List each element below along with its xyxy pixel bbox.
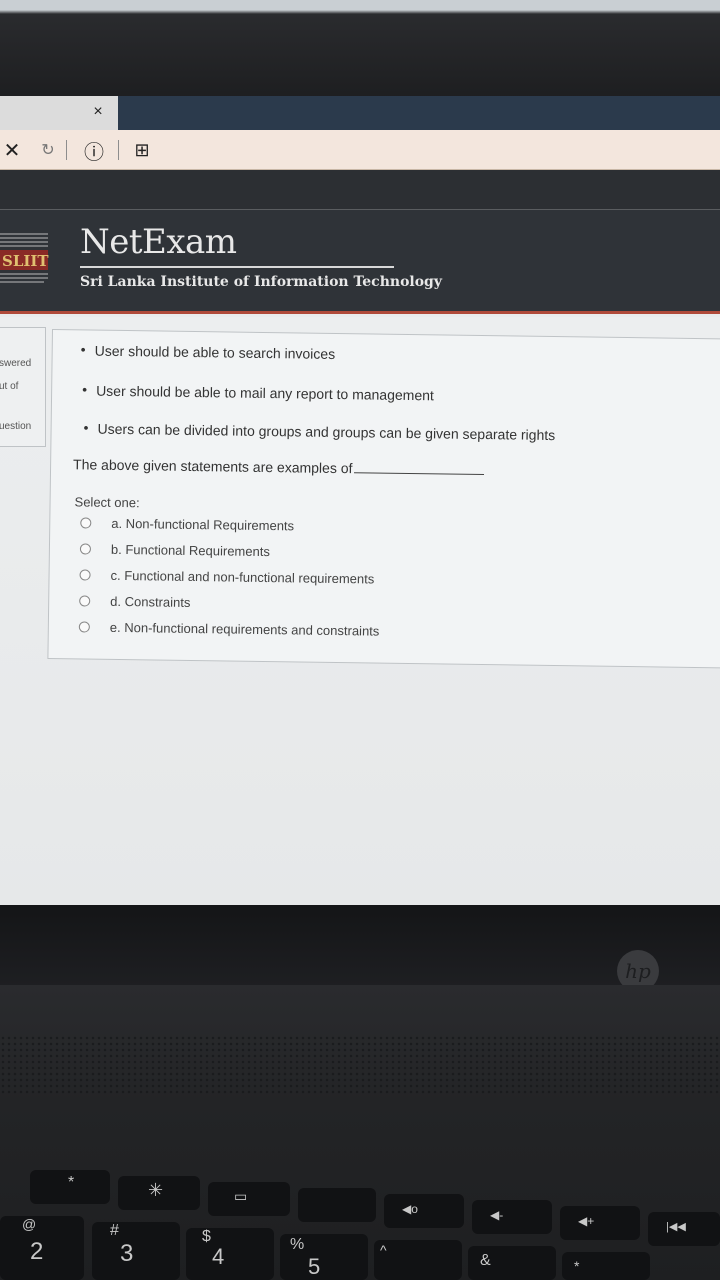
reload-icon[interactable]: ↻	[36, 138, 60, 162]
statement-item: User should be able to search invoices	[95, 343, 336, 362]
key-2: @ 2	[0, 1216, 84, 1280]
marks-label: ut of	[0, 381, 19, 392]
svg-text:SLIIT: SLIIT	[2, 252, 49, 270]
browser-toolbar: ✕ ↻ ⓘ ⊞	[0, 130, 720, 170]
key-f7-volume-down: ◀-	[472, 1200, 552, 1234]
question-card: User should be able to search invoices U…	[47, 329, 720, 669]
option-label[interactable]: c. Functional and non-functional require…	[110, 567, 374, 586]
question-info-panel: swered ut of uestion	[0, 327, 46, 447]
option-b[interactable]: b. Functional Requirements	[79, 538, 270, 561]
browser-tab[interactable]: ×	[0, 96, 118, 132]
question-prompt: The above given statements are examples …	[73, 456, 485, 478]
browser-tab-strip: ×	[0, 96, 720, 132]
key-f6-volume-mute: ◀ο	[384, 1194, 464, 1228]
option-d[interactable]: d. Constraints	[79, 590, 191, 612]
option-label[interactable]: b. Functional Requirements	[111, 541, 270, 558]
option-label[interactable]: d. Constraints	[110, 593, 190, 609]
key-7: &	[468, 1246, 556, 1280]
laptop-hinge	[0, 905, 720, 995]
page-action-icon[interactable]: ⊞	[130, 138, 154, 162]
key-f8-volume-up: ◀+	[560, 1206, 640, 1240]
flag-question-label[interactable]: uestion	[0, 421, 31, 432]
toolbar-divider	[118, 140, 119, 160]
option-radio[interactable]	[80, 516, 92, 529]
brand-subtitle: Sri Lanka Institute of Information Techn…	[80, 274, 442, 290]
sliit-logo: SLIIT	[0, 230, 52, 292]
speaker-grille	[0, 1035, 720, 1095]
statement-item: User should be able to mail any report t…	[96, 383, 434, 404]
stop-icon[interactable]: ✕	[0, 138, 24, 162]
key-5: % 5	[280, 1234, 368, 1280]
key-8: *	[562, 1252, 650, 1280]
question-prompt-text: The above given statements are examples …	[73, 456, 353, 477]
key-f9-previous: |◀◀	[648, 1212, 720, 1246]
key-f3: ✳	[118, 1176, 200, 1210]
laptop-bezel-top	[0, 0, 720, 100]
option-radio[interactable]	[78, 620, 90, 633]
tab-close-icon[interactable]: ×	[88, 102, 108, 122]
option-radio[interactable]	[79, 568, 91, 581]
key-3: # 3	[92, 1222, 180, 1280]
key-4: $ 4	[186, 1228, 274, 1280]
key-f2: *	[30, 1170, 110, 1204]
answer-blank	[354, 472, 485, 476]
option-radio[interactable]	[79, 542, 92, 555]
laptop-screen: × ✕ ↻ ⓘ ⊞ SLIIT NetExam Sri Lanka Instit…	[0, 96, 720, 916]
site-header: SLIIT NetExam Sri Lanka Institute of Inf…	[0, 210, 720, 314]
brand-title: NetExam	[80, 222, 237, 262]
option-e[interactable]: e. Non-functional requirements and const…	[78, 616, 380, 640]
key-f4: ▭	[208, 1182, 290, 1216]
select-one-label: Select one:	[74, 494, 140, 511]
option-label[interactable]: e. Non-functional requirements and const…	[110, 619, 380, 638]
toolbar-divider	[66, 140, 67, 160]
answered-status: swered	[0, 358, 32, 369]
key-6: ^	[374, 1240, 462, 1280]
page-top-band	[0, 170, 720, 210]
option-radio[interactable]	[79, 594, 91, 607]
brand-underline	[80, 266, 394, 268]
option-c[interactable]: c. Functional and non-functional require…	[79, 564, 374, 588]
option-label[interactable]: a. Non-functional Requirements	[111, 515, 294, 533]
statement-item: Users can be divided into groups and gro…	[98, 421, 556, 443]
quiz-content: swered ut of uestion User should be able…	[0, 317, 720, 916]
info-icon[interactable]: ⓘ	[82, 138, 106, 164]
option-a[interactable]: a. Non-functional Requirements	[80, 512, 294, 535]
key-f5	[298, 1188, 376, 1222]
